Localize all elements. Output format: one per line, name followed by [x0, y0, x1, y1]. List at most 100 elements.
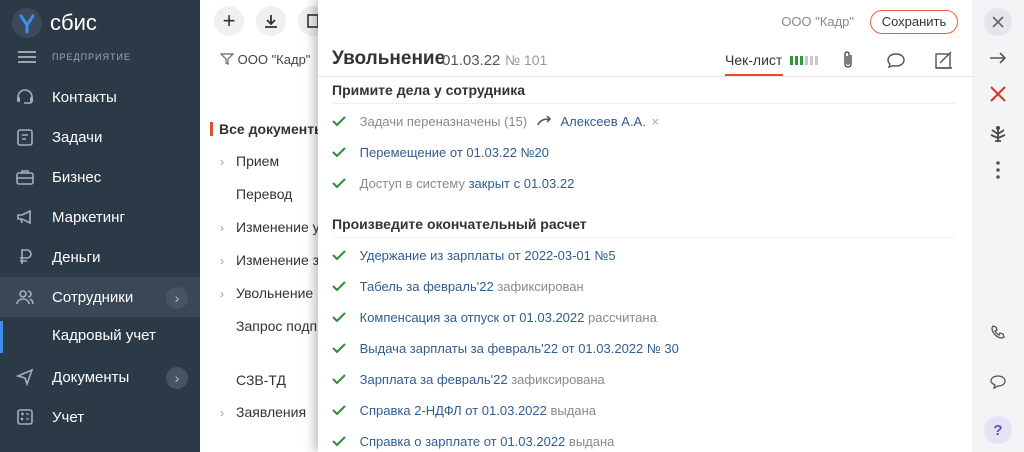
brand-name: сбис — [50, 10, 97, 35]
checklist-progress — [790, 52, 820, 68]
tab-checklist[interactable]: Чек-лист — [725, 52, 820, 77]
row-status: рассчитана — [588, 310, 657, 325]
check-icon — [332, 116, 346, 126]
left-sidebar: сбис ПРЕДПРИЯТИЕ Контакты Задачи Бизнес … — [0, 0, 200, 452]
row-link[interactable]: Зарплата за февраль'22 — [360, 372, 508, 387]
folder-all-documents[interactable]: Все документы — [210, 121, 326, 137]
folder-label: Перевод — [236, 186, 293, 202]
documents-icon — [14, 366, 36, 388]
menu-icon[interactable] — [18, 51, 36, 66]
document-number[interactable]: № 101 — [505, 52, 547, 68]
sidebar-subitem-hr[interactable]: Кадровый учет — [0, 317, 200, 357]
checklist-row: Выдача зарплаты за февраль'22 от 01.03.2… — [332, 341, 679, 356]
sidebar-item-money[interactable]: Деньги — [0, 237, 200, 277]
tasks-icon — [14, 126, 36, 148]
row-status: Задачи переназначены (15) — [359, 114, 528, 129]
folder-label: Увольнение — [236, 285, 314, 301]
chevron-right-icon[interactable]: › — [166, 287, 188, 309]
money-icon — [14, 246, 36, 268]
checklist-row: Задачи переназначены (15) Алексеев А.А. … — [332, 114, 659, 129]
paperclip-icon[interactable] — [836, 48, 860, 72]
row-link[interactable]: Удержание из зарплаты от 2022-03-01 №5 — [360, 248, 616, 263]
chevron-right-icon: › — [220, 287, 224, 301]
check-icon — [332, 374, 346, 384]
folder-item[interactable]: Перевод — [220, 186, 292, 202]
row-status: выдана — [550, 403, 596, 418]
arrow-right-icon[interactable] — [984, 44, 1012, 72]
progress-segment — [795, 56, 799, 65]
row-link[interactable]: Табель за февраль'22 — [360, 279, 494, 294]
comment-icon[interactable] — [884, 48, 908, 72]
download-icon[interactable] — [256, 6, 286, 36]
folder-item[interactable]: › Прием — [220, 153, 279, 169]
more-icon[interactable] — [984, 156, 1012, 184]
row-link[interactable]: Компенсация за отпуск от 01.03.2022 — [360, 310, 585, 325]
folder-label: Все документы — [219, 121, 327, 137]
tab-checklist-label: Чек-лист — [725, 52, 783, 68]
right-toolbar: ? — [972, 0, 1024, 452]
folder-label: Заявления — [236, 404, 307, 420]
emblem-icon[interactable] — [984, 120, 1012, 148]
documents-list-panel: + ООО "Кадр" Все документы › Прием Перево… — [200, 0, 330, 452]
assignee-link[interactable]: Алексеев А.А. — [560, 114, 645, 129]
sidebar-item-label: Документы — [52, 368, 130, 386]
chevron-right-icon[interactable]: › — [166, 367, 188, 389]
header-divider — [318, 76, 972, 77]
sidebar-item-contacts[interactable]: Контакты — [0, 77, 200, 117]
sidebar-item-label: Деньги — [52, 248, 101, 266]
accounting-icon — [14, 406, 36, 428]
card-org[interactable]: ООО "Кадр" — [781, 14, 854, 29]
folder-label: Изменение у — [236, 219, 320, 235]
sidebar-item-label: Маркетинг — [52, 208, 125, 226]
sidebar-item-accounting[interactable]: Учет — [0, 397, 200, 437]
active-indicator — [0, 321, 3, 353]
section-title: Произведите окончательный расчет — [332, 216, 587, 232]
org-filter-label: ООО "Кадр" — [237, 52, 311, 67]
document-date[interactable]: 01.03.22 — [442, 52, 500, 69]
check-icon — [332, 436, 346, 446]
org-filter[interactable]: ООО "Кадр" — [219, 52, 311, 67]
check-icon — [332, 250, 346, 260]
sbis-logo-icon[interactable] — [12, 8, 42, 38]
folder-item[interactable]: › Увольнение — [220, 285, 313, 301]
chevron-right-icon: › — [220, 221, 224, 235]
row-link[interactable]: закрыт с 01.03.22 — [469, 176, 575, 191]
sidebar-item-label: Контакты — [52, 88, 117, 106]
check-icon — [332, 147, 346, 157]
add-button[interactable]: + — [214, 6, 244, 36]
row-status: зафиксирована — [511, 372, 605, 387]
sidebar-item-documents[interactable]: Документы › — [0, 357, 200, 397]
checklist-row: Удержание из зарплаты от 2022-03-01 №5 — [332, 248, 616, 263]
sign-icon[interactable] — [932, 48, 956, 72]
folder-item[interactable]: › Заявления — [220, 404, 306, 420]
checklist-row: Перемещение от 01.03.22 №20 — [332, 145, 549, 160]
row-link[interactable]: Выдача зарплаты за февраль'22 от 01.03.2… — [360, 341, 679, 356]
sidebar-item-label: Учет — [52, 408, 85, 426]
phone-icon[interactable] — [984, 318, 1012, 346]
check-icon — [332, 281, 346, 291]
sidebar-item-tasks[interactable]: Задачи — [0, 117, 200, 157]
reject-icon[interactable] — [984, 80, 1012, 108]
row-link[interactable]: Справка о зарплате от 01.03.2022 — [360, 434, 566, 449]
check-icon — [332, 178, 346, 188]
sidebar-item-employees[interactable]: Сотрудники › — [0, 277, 200, 317]
sidebar-item-label: Бизнес — [52, 168, 102, 186]
progress-segment — [790, 56, 794, 65]
check-icon — [332, 312, 346, 322]
help-button[interactable]: ? — [984, 416, 1012, 444]
folder-item[interactable]: › Изменение у — [220, 219, 320, 235]
check-icon — [332, 343, 346, 353]
row-link[interactable]: Перемещение от 01.03.22 №20 — [360, 145, 549, 160]
folder-item[interactable]: СЗВ-ТД — [220, 372, 286, 388]
sidebar-item-business[interactable]: Бизнес — [0, 157, 200, 197]
folder-item[interactable]: › Изменение з — [220, 252, 319, 268]
folder-item[interactable]: Запрос подп — [220, 318, 317, 334]
sidebar-item-label: Сотрудники — [52, 288, 134, 306]
section-divider — [332, 103, 956, 104]
close-icon[interactable] — [984, 8, 1012, 36]
save-button[interactable]: Сохранить — [870, 10, 958, 34]
sidebar-item-marketing[interactable]: Маркетинг — [0, 197, 200, 237]
chat-icon[interactable] — [984, 368, 1012, 396]
row-link[interactable]: Справка 2-НДФЛ от 01.03.2022 — [360, 403, 547, 418]
close-icon[interactable]: × — [651, 114, 659, 129]
